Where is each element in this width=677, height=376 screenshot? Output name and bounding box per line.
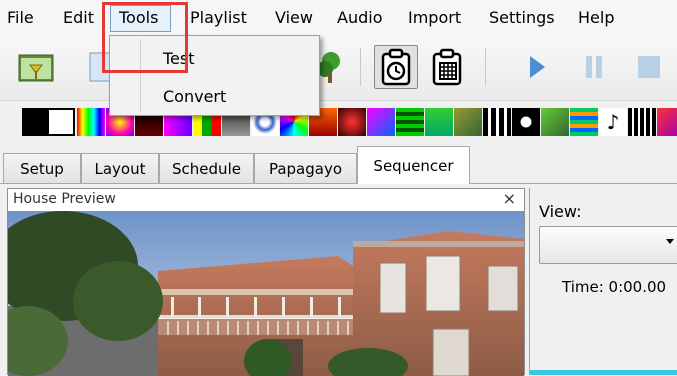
view-dropdown[interactable]: [539, 226, 677, 264]
effect-piano-icon[interactable]: [628, 108, 656, 136]
effect-life-icon[interactable]: [425, 108, 453, 136]
effect-galaxy-icon[interactable]: [367, 108, 395, 136]
stop-button[interactable]: [627, 45, 671, 89]
clipboard-clock-icon: [381, 48, 411, 86]
menu-settings[interactable]: Settings: [489, 8, 555, 28]
menu-import[interactable]: Import: [408, 8, 461, 28]
menu-playlist[interactable]: Playlist: [190, 8, 247, 28]
tab-schedule[interactable]: Schedule: [159, 153, 254, 183]
menu-audio[interactable]: Audio: [337, 8, 382, 28]
tab-setup[interactable]: Setup: [3, 153, 81, 183]
effect-pictures-icon[interactable]: [541, 108, 569, 136]
effect-off-icon[interactable]: [22, 108, 50, 136]
folder-icon: [18, 54, 54, 82]
toolbar-separator: [485, 48, 486, 86]
open-folder-button[interactable]: [14, 45, 58, 89]
effect-pinwheel-icon[interactable]: [570, 108, 598, 136]
menu-item-test[interactable]: Test: [110, 44, 319, 74]
accent-bar: [530, 370, 677, 375]
menu-item-convert[interactable]: Convert: [110, 82, 319, 112]
close-icon[interactable]: ×: [503, 189, 516, 208]
effect-plasma-icon[interactable]: [657, 108, 677, 136]
house-preview-panel: House Preview ×: [7, 188, 525, 376]
chevron-down-icon: [666, 239, 674, 244]
menu-view[interactable]: View: [275, 8, 313, 28]
menu-edit[interactable]: Edit: [63, 8, 94, 28]
tab-layout[interactable]: Layout: [81, 153, 159, 183]
menu-file[interactable]: File: [7, 8, 34, 28]
effect-meteors-icon[interactable]: [454, 108, 482, 136]
effect-lines-icon[interactable]: [396, 108, 424, 136]
menu-bar: File Edit Tools Playlist View Audio Impo…: [0, 0, 677, 36]
pause-button[interactable]: [572, 45, 616, 89]
effect-garland-icon[interactable]: [338, 108, 366, 136]
play-icon: [530, 56, 545, 78]
house-preview-title: House Preview: [13, 191, 116, 207]
effects-palette: ♪: [0, 102, 677, 142]
tab-sequencer[interactable]: Sequencer: [357, 146, 470, 184]
tab-papagayo[interactable]: Papagayo: [254, 153, 357, 183]
grid-toggle-button[interactable]: [425, 45, 469, 89]
pause-icon: [586, 56, 602, 78]
view-panel: View: Time: 0:00.00: [529, 188, 677, 375]
play-button[interactable]: [515, 45, 559, 89]
music-note-icon[interactable]: ♪: [599, 108, 627, 136]
effect-marquee-icon[interactable]: [512, 108, 540, 136]
tab-strip-border: [0, 183, 677, 184]
effect-on-icon[interactable]: [47, 108, 75, 136]
view-label: View:: [539, 202, 582, 221]
house-preview-image: [8, 211, 524, 376]
toolbar-separator: [360, 48, 361, 86]
effect-morph-icon[interactable]: [483, 108, 511, 136]
menu-help[interactable]: Help: [578, 8, 614, 28]
clipboard-grid-icon: [432, 48, 462, 86]
tools-dropdown-menu: Test Convert: [109, 35, 320, 116]
main-toolbar: [0, 36, 677, 101]
stop-icon: [638, 56, 660, 78]
schedule-toggle-button[interactable]: [374, 45, 418, 89]
menu-tools[interactable]: Tools: [119, 8, 158, 28]
time-readout: Time: 0:00.00: [562, 278, 667, 296]
effect-bars-icon[interactable]: [77, 108, 105, 136]
